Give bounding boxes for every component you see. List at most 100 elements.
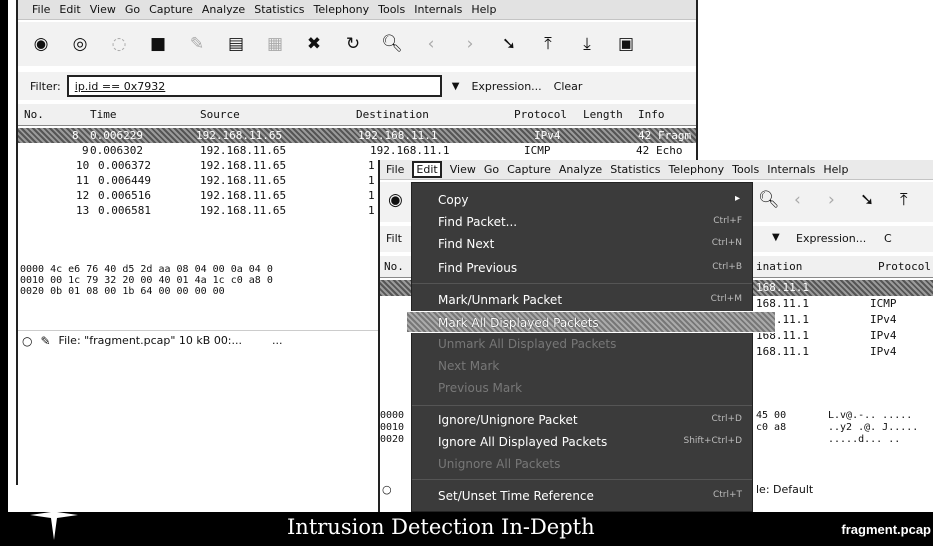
menu-internals[interactable]: Internals <box>767 163 815 176</box>
menu-telephony[interactable]: Telephony <box>669 163 725 176</box>
go-to-packet-icon[interactable]: ➘ <box>860 190 874 210</box>
col-time[interactable]: Time <box>90 108 117 121</box>
col-protocol[interactable]: Protocol <box>514 108 567 121</box>
col-protocol[interactable]: Protocol <box>878 260 931 273</box>
menu-item-mark-all-displayed[interactable]: Mark All Displayed Packets <box>406 311 776 333</box>
go-forward-icon[interactable]: › <box>828 190 835 210</box>
table-row[interactable]: 8 0.006229 192.168.11.65 192.168.11.1 IP… <box>18 128 696 143</box>
menu-separator <box>412 479 752 480</box>
restart-icon[interactable]: ◌ <box>108 33 130 55</box>
table-row[interactable]: 9 0.006302 192.168.11.65 192.168.11.1 IC… <box>18 143 696 158</box>
menu-tools[interactable]: Tools <box>732 163 759 176</box>
submenu-arrow-icon: ▸ <box>734 193 740 204</box>
filter-dropdown-icon[interactable]: ▼ <box>772 232 780 243</box>
menu-file[interactable]: File <box>32 3 50 16</box>
filter-dropdown-icon[interactable]: ▼ <box>452 81 460 92</box>
menu-item-find-previous[interactable]: Find Previous Ctrl+B <box>412 257 752 279</box>
menu-edit[interactable]: Edit <box>412 161 442 178</box>
menu-item-find-next[interactable]: Find Next Ctrl+N <box>412 233 752 255</box>
cell-source: 192.168.11.65 <box>196 129 283 142</box>
menu-telephony[interactable]: Telephony <box>314 3 370 16</box>
cell-no: 13 <box>76 204 90 217</box>
find-icon[interactable]: 🔍︎ <box>381 33 403 55</box>
menu-help[interactable]: Help <box>471 3 496 16</box>
hex-bytes: 45 00 <box>756 410 787 421</box>
cell-proto: ICMP <box>870 297 897 310</box>
menu-file[interactable]: File <box>386 163 404 176</box>
first-packet-icon[interactable]: ⤒ <box>537 33 559 55</box>
display-filter-input[interactable]: ip.id == 0x7932 <box>66 75 442 97</box>
main-toolbar: ◉ ◎ ◌ ■ ✎ ▤ ▦ ✖ ↻ 🔍︎ ‹ › ➘ ⤒ ⤓ ▣ <box>18 22 696 66</box>
menu-item-next-mark[interactable]: Next Mark <box>412 355 752 377</box>
menu-item-copy[interactable]: Copy ▸ <box>412 189 752 211</box>
open-file-icon[interactable]: ▤ <box>225 33 247 55</box>
menu-capture[interactable]: Capture <box>507 163 551 176</box>
go-back-icon[interactable]: ‹ <box>420 33 442 55</box>
find-icon[interactable]: 🔍︎ <box>758 190 780 210</box>
start-capture-icon[interactable]: ◎ <box>69 33 91 55</box>
menu-statistics[interactable]: Statistics <box>610 163 660 176</box>
expert-info-icon[interactable]: ○ <box>382 483 392 496</box>
reload-icon[interactable]: ↻ <box>342 33 364 55</box>
menu-item-previous-mark[interactable]: Previous Mark <box>412 377 752 399</box>
menu-analyze[interactable]: Analyze <box>559 163 602 176</box>
menu-item-find-packet[interactable]: Find Packet... Ctrl+F <box>412 211 752 233</box>
slide-footer: Intrusion Detection In-Depth fragment.pc… <box>0 512 933 546</box>
menu-help[interactable]: Help <box>823 163 848 176</box>
cell-dest: 168.11.1 <box>756 281 809 294</box>
menu-go[interactable]: Go <box>484 163 499 176</box>
menu-edit[interactable]: Edit <box>59 3 80 16</box>
menu-analyze[interactable]: Analyze <box>202 3 245 16</box>
filter-bar: Filter: ip.id == 0x7932 ▼ Expression... … <box>18 72 696 100</box>
go-to-packet-icon[interactable]: ➘ <box>498 33 520 55</box>
menu-internals[interactable]: Internals <box>414 3 462 16</box>
hex-ascii: .....d... .. <box>828 434 901 445</box>
menu-tools[interactable]: Tools <box>378 3 405 16</box>
go-forward-icon[interactable]: › <box>459 33 481 55</box>
go-back-icon[interactable]: ‹ <box>794 190 801 210</box>
filter-value: ip.id == 0x7932 <box>74 79 166 93</box>
col-length[interactable]: Length <box>583 108 623 121</box>
cell-source: 192.168.11.65 <box>200 204 287 217</box>
cell-source: 192.168.11.65 <box>200 159 287 172</box>
col-destination[interactable]: Destination <box>356 108 429 121</box>
first-packet-icon[interactable]: ⤒ <box>900 190 908 210</box>
menu-item-mark-unmark[interactable]: Mark/Unmark Packet Ctrl+M <box>412 289 752 311</box>
expression-button[interactable]: Expression... <box>796 232 866 245</box>
save-file-icon[interactable]: ▦ <box>264 33 286 55</box>
interface-icon[interactable]: ◉ <box>30 33 52 55</box>
options-icon[interactable]: ✎ <box>186 33 208 55</box>
capture-comment-icon[interactable]: ✎ <box>40 334 50 348</box>
cell-time: 0.006516 <box>98 189 151 202</box>
menu-item-time-reference[interactable]: Set/Unset Time Reference Ctrl+T <box>412 485 752 507</box>
hex-bytes: c0 a8 <box>756 422 787 433</box>
expert-info-icon[interactable]: ○ <box>22 334 32 348</box>
menu-item-unignore-all[interactable]: Unignore All Packets <box>412 453 752 475</box>
col-info[interactable]: Info <box>638 108 665 121</box>
clear-button[interactable]: Clear <box>554 80 583 93</box>
last-packet-icon[interactable]: ⤓ <box>576 33 598 55</box>
menu-capture[interactable]: Capture <box>149 3 193 16</box>
cell-dest: 192.168.11.1 <box>358 129 438 142</box>
menu-item-ignore-all-displayed[interactable]: Ignore All Displayed Packets Shift+Ctrl+… <box>412 431 752 453</box>
col-no[interactable]: No. <box>24 108 44 121</box>
menu-view[interactable]: View <box>90 3 116 16</box>
menu-item-unmark-all-displayed[interactable]: Unmark All Displayed Packets <box>412 333 752 355</box>
menu-item-ignore-unignore[interactable]: Ignore/Unignore Packet Ctrl+D <box>412 409 752 431</box>
colorize-icon[interactable]: ▣ <box>615 33 637 55</box>
col-destination[interactable]: ination <box>756 260 802 273</box>
col-no[interactable]: No. <box>384 260 404 273</box>
clear-button[interactable]: C <box>884 232 892 245</box>
col-source[interactable]: Source <box>200 108 240 121</box>
expression-button[interactable]: Expression... <box>471 80 541 93</box>
hex-offset: 0010 <box>380 422 405 433</box>
cell-proto: IPv4 <box>870 329 897 342</box>
menu-view[interactable]: View <box>450 163 476 176</box>
menu-statistics[interactable]: Statistics <box>254 3 304 16</box>
status-profile[interactable]: le: Default <box>756 483 813 496</box>
close-file-icon[interactable]: ✖ <box>303 33 325 55</box>
stop-icon[interactable]: ■ <box>147 33 169 55</box>
interface-icon[interactable]: ◉ <box>388 190 403 210</box>
cell-proto: ICMP <box>524 144 551 157</box>
menu-go[interactable]: Go <box>125 3 140 16</box>
